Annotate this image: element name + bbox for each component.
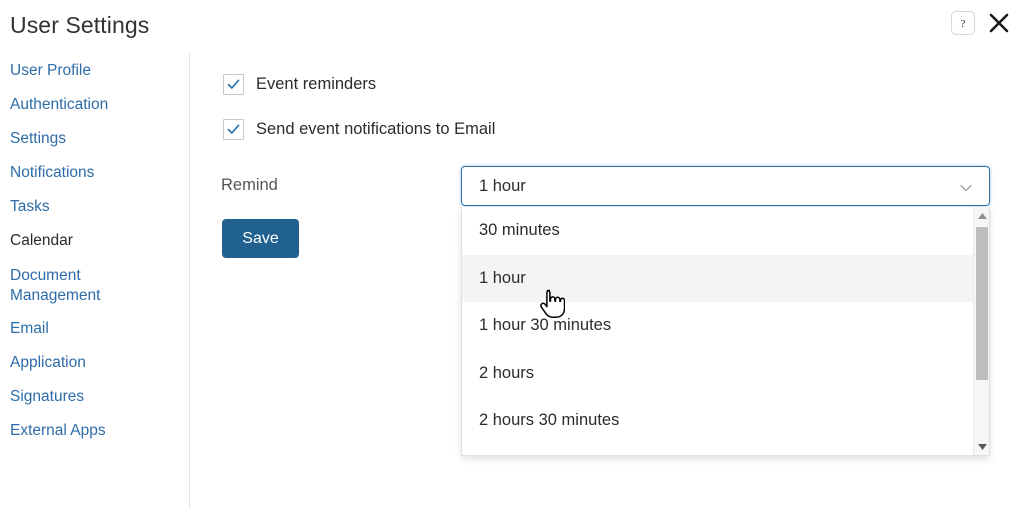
dropdown-scrollbar-thumb[interactable]: [976, 227, 988, 380]
checkbox-row-event-reminders[interactable]: Event reminders: [223, 74, 376, 95]
sidebar-item-document-management[interactable]: Document Management: [0, 266, 150, 306]
chevron-down-icon[interactable]: [959, 181, 973, 195]
scroll-down-arrow-icon[interactable]: [974, 438, 989, 455]
sidebar-item-external-apps[interactable]: External Apps: [0, 422, 188, 439]
svg-text:?: ?: [961, 18, 966, 30]
dropdown-option-1-hour-30-minutes[interactable]: 1 hour 30 minutes: [462, 302, 989, 350]
sidebar-item-tasks[interactable]: Tasks: [0, 198, 188, 215]
checkbox-send-email-notifications[interactable]: [223, 119, 244, 140]
checkmark-icon: [226, 122, 241, 137]
sidebar-item-email[interactable]: Email: [0, 320, 188, 337]
dropdown-option-2-hours[interactable]: 2 hours: [462, 349, 989, 397]
dropdown-option-2-hours-30-minutes[interactable]: 2 hours 30 minutes: [462, 397, 989, 445]
sidebar: User Profile Authentication Settings Not…: [0, 62, 188, 456]
sidebar-item-user-profile[interactable]: User Profile: [0, 62, 188, 79]
remind-select-value: 1 hour: [479, 177, 526, 195]
remind-select[interactable]: 1 hour: [461, 166, 990, 206]
checkbox-row-send-email-notifications[interactable]: Send event notifications to Email: [223, 119, 495, 140]
sidebar-item-application[interactable]: Application: [0, 354, 188, 371]
dropdown-scrollbar[interactable]: [973, 207, 989, 455]
checkbox-label-send-email-notifications: Send event notifications to Email: [256, 120, 496, 138]
save-button[interactable]: Save: [222, 219, 299, 258]
sidebar-item-settings[interactable]: Settings: [0, 130, 188, 147]
checkmark-icon: [226, 77, 241, 92]
remind-label: Remind: [221, 176, 278, 194]
dropdown-option-30-minutes[interactable]: 30 minutes: [462, 207, 989, 255]
sidebar-item-notifications[interactable]: Notifications: [0, 164, 188, 181]
remind-select-dropdown: 30 minutes 1 hour 1 hour 30 minutes 2 ho…: [461, 207, 990, 456]
close-button[interactable]: [986, 10, 1012, 36]
checkbox-label-event-reminders: Event reminders: [256, 75, 377, 93]
user-settings-dialog: User Settings ? User Profile Authenticat…: [0, 0, 1016, 508]
sidebar-item-calendar[interactable]: Calendar: [0, 232, 188, 249]
sidebar-item-authentication[interactable]: Authentication: [0, 96, 188, 113]
scroll-up-arrow-icon[interactable]: [974, 207, 989, 224]
sidebar-item-signatures[interactable]: Signatures: [0, 388, 188, 405]
checkbox-event-reminders[interactable]: [223, 74, 244, 95]
close-x-icon: [987, 11, 1011, 35]
question-mark-icon: ?: [956, 16, 970, 30]
dropdown-option-1-hour[interactable]: 1 hour: [462, 254, 989, 302]
help-button[interactable]: ?: [951, 11, 975, 35]
sidebar-divider: [189, 53, 190, 508]
page-title: User Settings: [10, 12, 150, 38]
